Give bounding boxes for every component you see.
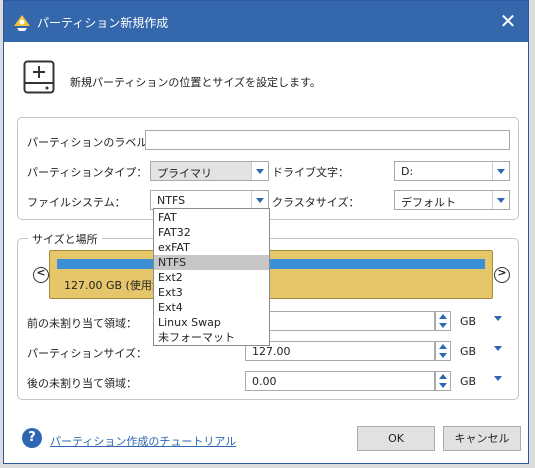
ok-button[interactable]: OK [357,426,435,451]
partition-type-select[interactable]: プライマリ [150,161,269,181]
unallocated-before-unit: GB [460,315,477,328]
partition-size-unit: GB [460,345,477,358]
unallocated-before-label: 前の未割り当て領域： [27,317,137,330]
unallocated-after-label: 後の未割り当て領域： [27,377,137,390]
close-button[interactable]: ✕ [494,7,522,35]
partition-size-stepper[interactable] [435,341,451,361]
cluster-size-value: デフォルト [401,196,456,209]
filesystem-option[interactable]: Ext4 [154,300,269,315]
drive-letter-select[interactable]: D: [394,161,510,181]
move-left-button[interactable]: < [33,266,49,283]
cancel-button[interactable]: キャンセル [443,426,521,451]
partition-type-label: パーティションタイプ： [27,166,148,179]
chevron-down-icon [492,191,509,209]
partition-label-label: パーティションのラベル： [27,136,159,149]
filesystem-dropdown-list: FAT FAT32 exFAT NTFS Ext2 Ext3 Ext4 Linux Swap 未… [153,208,270,346]
drive-letter-label: ドライブ文字： [272,166,349,179]
partition-size-label: パーティションサイズ： [27,347,148,360]
app-logo-icon [14,15,30,31]
partition-size-bar[interactable]: 127.00 GB (使用済 [49,250,493,299]
partition-type-value: プライマリ [157,167,212,180]
chevron-down-icon [251,191,268,209]
unallocated-before-input[interactable]: 0 [245,311,435,331]
header: 新規パーティションの位置とサイズを設定します。 [4,42,528,108]
chevron-left-icon: < [36,266,46,279]
partition-size-input[interactable]: 127.00 [245,341,435,361]
filesystem-option[interactable]: Ext2 [154,270,269,285]
help-icon[interactable]: ? [22,428,42,448]
filesystem-option[interactable]: FAT [154,210,269,225]
partition-label-input[interactable] [145,130,510,150]
filesystem-label: ファイルシステム： [27,196,126,209]
filesystem-select[interactable]: NTFS [150,190,269,210]
unallocated-after-stepper[interactable] [435,371,451,391]
move-right-button[interactable]: > [494,266,510,283]
partition-bar-fill [57,259,485,269]
filesystem-option[interactable]: Linux Swap [154,315,269,330]
cluster-size-label: クラスタサイズ： [272,196,360,209]
unallocated-before-stepper[interactable] [435,311,451,331]
unallocated-after-unit: GB [460,375,477,388]
filesystem-option[interactable]: 未フォーマット [154,330,269,345]
header-text: 新規パーティションの位置とサイズを設定します。 [70,76,321,89]
unit-chevron-down-icon[interactable] [494,313,504,323]
create-partition-dialog: パーティション新規作成 ✕ 新規パーティションの位置とサイズを設定します。 パー… [3,0,529,464]
chevron-down-icon [251,162,268,180]
cluster-size-select[interactable]: デフォルト [394,190,510,210]
filesystem-value: NTFS [157,194,186,207]
title-bar: パーティション新規作成 ✕ [4,1,528,42]
tutorial-link[interactable]: パーティション作成のチュートリアル [50,433,236,449]
unit-chevron-down-icon[interactable] [494,373,504,383]
drive-letter-value: D: [401,165,414,178]
size-location-legend: サイズと場所 [28,231,102,247]
unit-chevron-down-icon[interactable] [494,343,504,353]
filesystem-option[interactable]: FAT32 [154,225,269,240]
window-title: パーティション新規作成 [37,16,169,30]
filesystem-option[interactable]: Ext3 [154,285,269,300]
filesystem-option[interactable]: NTFS [154,255,269,270]
unallocated-after-input[interactable]: 0.00 [245,371,435,391]
partition-bar-text: 127.00 GB (使用済 [64,279,163,292]
chevron-down-icon [492,162,509,180]
chevron-right-icon: > [497,266,507,279]
new-drive-icon [23,60,55,94]
filesystem-option[interactable]: exFAT [154,240,269,255]
